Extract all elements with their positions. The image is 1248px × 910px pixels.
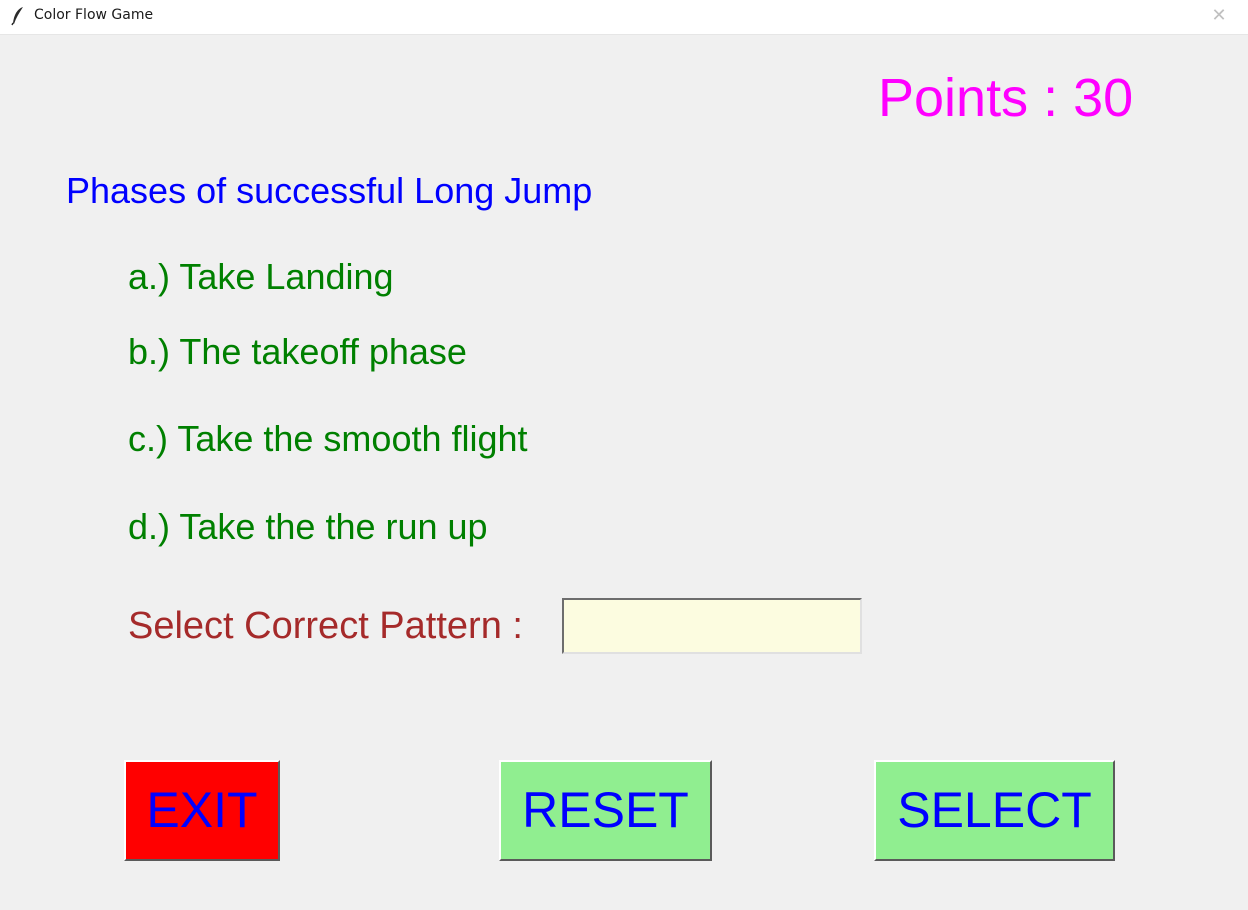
option-d: d.) Take the the run up <box>128 506 488 547</box>
reset-button[interactable]: RESET <box>499 760 712 861</box>
select-button[interactable]: SELECT <box>874 760 1115 861</box>
window-title: Color Flow Game <box>34 7 154 23</box>
answer-input[interactable] <box>562 598 862 654</box>
title-bar: Color Flow Game ✕ <box>0 0 1248 35</box>
close-icon[interactable]: ✕ <box>1206 5 1232 27</box>
option-a: a.) Take Landing <box>128 256 394 297</box>
answer-prompt-label: Select Correct Pattern : <box>128 605 523 647</box>
exit-button[interactable]: EXIT <box>124 760 280 861</box>
points-display: Points : 30 <box>878 68 1134 128</box>
option-c: c.) Take the smooth flight <box>128 418 528 459</box>
question-title: Phases of successful Long Jump <box>66 170 593 211</box>
game-window: Points : 30 Phases of successful Long Ju… <box>0 35 1248 910</box>
option-b: b.) The takeoff phase <box>128 331 467 372</box>
feather-icon <box>11 6 25 26</box>
